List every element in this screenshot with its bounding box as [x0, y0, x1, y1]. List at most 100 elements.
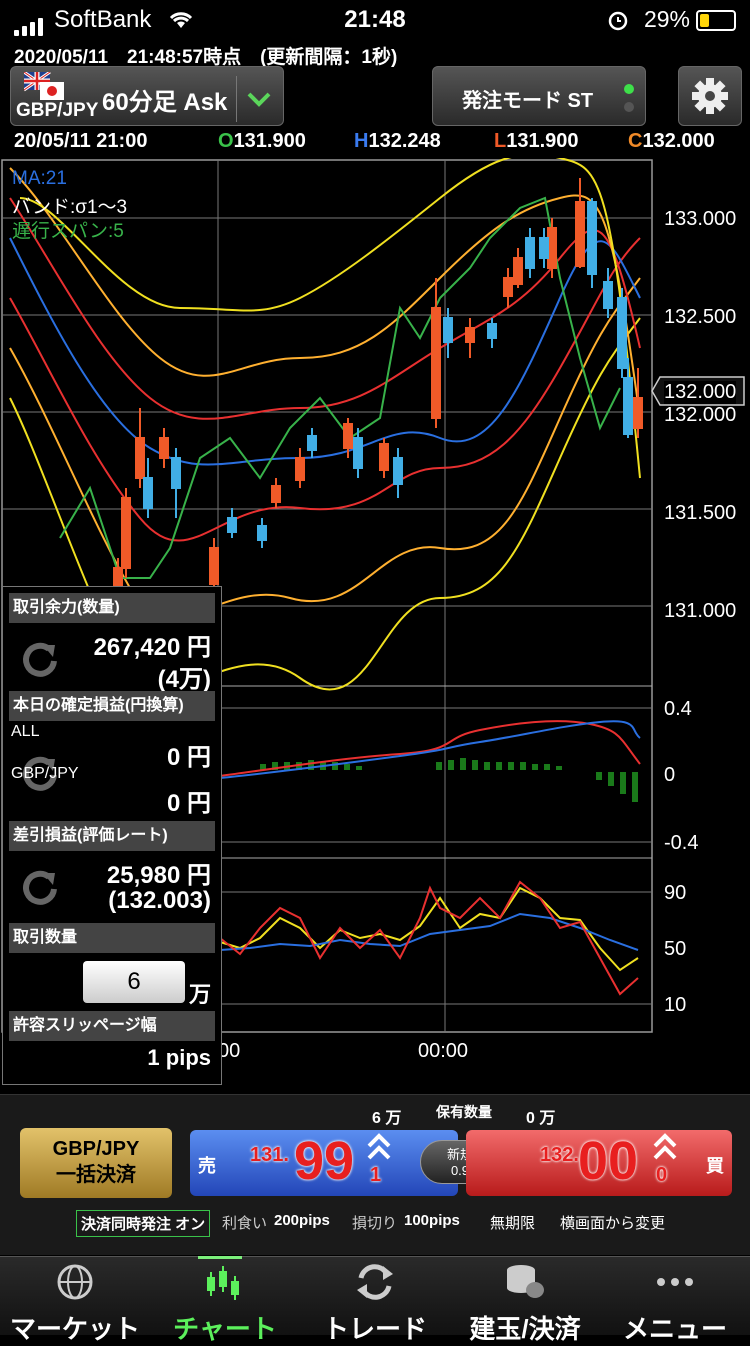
sell-label: 売	[198, 1156, 216, 1176]
dropdown-chevron[interactable]	[236, 76, 281, 122]
settle-label: 一括決済	[56, 1164, 136, 1186]
tab-label: 建玉/決済	[469, 1314, 581, 1344]
price-tick: 132.500	[664, 306, 737, 328]
tab-label: チャート	[173, 1314, 277, 1344]
sell-button[interactable]: 売 131. 99 1	[190, 1130, 458, 1196]
settings-button[interactable]	[678, 66, 742, 126]
macd-tick: -0.4	[664, 832, 699, 854]
close-label: C	[628, 130, 643, 152]
gbp-jpy-flag-icon	[24, 72, 64, 100]
tab-trade[interactable]: トレード	[300, 1262, 450, 1344]
sell-price-pip: 1	[370, 1164, 382, 1186]
chevron-down-icon	[247, 92, 271, 107]
tab-label: メニュー	[622, 1314, 727, 1344]
account-info-panel: 取引余力(数量) 267,420 円 (4万) 本日の確定損益(円換算) ALL…	[2, 586, 222, 1085]
active-tab-indicator	[198, 1256, 242, 1259]
sell-price-prefix: 131.	[250, 1144, 289, 1166]
margin-header: 取引余力(数量)	[9, 593, 215, 623]
buy-button[interactable]: 132. 00 0 買	[466, 1130, 732, 1196]
qty-header: 取引数量	[9, 923, 215, 953]
open-label: O	[218, 130, 234, 152]
mode-indicator-on	[624, 84, 634, 94]
price-tick: 133.000	[664, 208, 737, 230]
rsi-tick: 10	[664, 994, 687, 1016]
price-tick: 131.500	[664, 502, 737, 524]
quantity-input[interactable]: 6	[83, 961, 185, 1003]
buy-position-qty: 0 万	[526, 1110, 556, 1127]
simul-order-toggle[interactable]: 決済同時発注 オン	[76, 1210, 211, 1237]
coins-icon	[507, 1265, 544, 1298]
sl-label: 損切り	[352, 1215, 398, 1232]
eval-rate: (132.003)	[108, 887, 211, 914]
chevron-up-icon	[653, 1133, 677, 1160]
candle-chart-icon	[207, 1266, 239, 1300]
high-value: 132.248	[368, 130, 441, 152]
pair-label: GBP/JPY	[16, 100, 99, 121]
buy-price-pip: 0	[656, 1164, 668, 1186]
battery-percent: 29%	[643, 6, 690, 32]
open-value: 131.900	[233, 130, 306, 152]
order-mode-label: 発注モード ST	[462, 90, 594, 112]
high-label: H	[354, 130, 369, 152]
mode-indicator-off	[624, 102, 634, 112]
rsi-panel	[219, 880, 639, 996]
tab-market[interactable]: マーケット	[0, 1262, 150, 1344]
pl-header: 本日の確定損益(円換算)	[9, 691, 215, 721]
all-value: 0 円	[166, 744, 211, 771]
globe-icon	[57, 1264, 93, 1300]
sl-value: 100pips	[404, 1212, 460, 1229]
macd-panel	[219, 720, 641, 802]
tab-label: トレード	[322, 1314, 427, 1344]
low-label: L	[494, 130, 507, 152]
buy-label: 買	[706, 1156, 724, 1176]
close-value: 132.000	[642, 130, 715, 152]
alarm-icon	[608, 11, 628, 31]
legend-ma: MA:21	[12, 168, 67, 189]
slippage-header: 許容スリッページ幅	[9, 1011, 215, 1041]
rsi-tick: 50	[664, 938, 687, 960]
tab-label: マーケット	[9, 1314, 140, 1344]
landscape-note: 横画面から変更	[560, 1215, 666, 1232]
low-value: 131.900	[506, 130, 579, 152]
battery-icon	[696, 10, 736, 32]
ohlc-date: 20/05/11 21:00	[14, 130, 148, 152]
legend-span: 遅行スパン:5	[12, 221, 124, 242]
tp-label: 利食い	[222, 1215, 268, 1232]
tab-positions[interactable]: 建玉/決済	[450, 1262, 600, 1344]
price-tick: 132.000	[664, 404, 737, 426]
tp-value: 200pips	[274, 1212, 330, 1229]
battery-indicator: 29%	[644, 6, 736, 33]
buy-price-main: 00	[578, 1131, 639, 1191]
macd-tick: 0	[664, 764, 676, 786]
status-time: 21:48	[344, 6, 406, 33]
rsi-tick: 90	[664, 882, 687, 904]
pair-pl-value: 0 円	[166, 790, 211, 817]
tab-menu[interactable]: メニュー	[600, 1262, 750, 1344]
sell-price-main: 99	[294, 1131, 355, 1191]
tab-chart[interactable]: チャート	[150, 1262, 300, 1344]
update-timestamp: 2020/05/11 21:48:57時点 (更新間隔：1秒)	[14, 47, 398, 68]
eval-header: 差引損益(評価レート)	[9, 821, 215, 851]
timeframe-label: 60分足 Ask	[102, 89, 228, 116]
qty-unit: 万	[189, 982, 212, 1007]
margin-value: 267,420 円	[93, 634, 211, 661]
price-tick: 131.000	[664, 600, 737, 622]
time-tick: 00:00	[418, 1040, 469, 1062]
bulk-settle-button[interactable]: GBP/JPY 一括決済	[20, 1128, 172, 1198]
current-price-label: 132.000	[664, 381, 737, 404]
slippage-value[interactable]: 1 pips	[147, 1045, 211, 1071]
legend-band: バンド:σ1～3	[12, 197, 128, 218]
status-bar: SoftBank 21:48 29%	[0, 0, 750, 40]
refresh-icon[interactable]	[19, 639, 61, 681]
trade-arrows-icon	[357, 1264, 393, 1300]
refresh-icon[interactable]	[19, 867, 61, 909]
more-dots-icon	[657, 1278, 693, 1286]
gear-icon	[692, 78, 728, 114]
chevron-up-icon	[367, 1133, 391, 1160]
expiry-value: 無期限	[490, 1215, 536, 1232]
sell-position-qty: 6 万	[372, 1110, 402, 1127]
all-label: ALL	[11, 723, 40, 740]
eval-value: 25,980 円	[106, 862, 211, 889]
settle-pair: GBP/JPY	[52, 1138, 140, 1160]
margin-qty: (4万)	[157, 666, 211, 693]
